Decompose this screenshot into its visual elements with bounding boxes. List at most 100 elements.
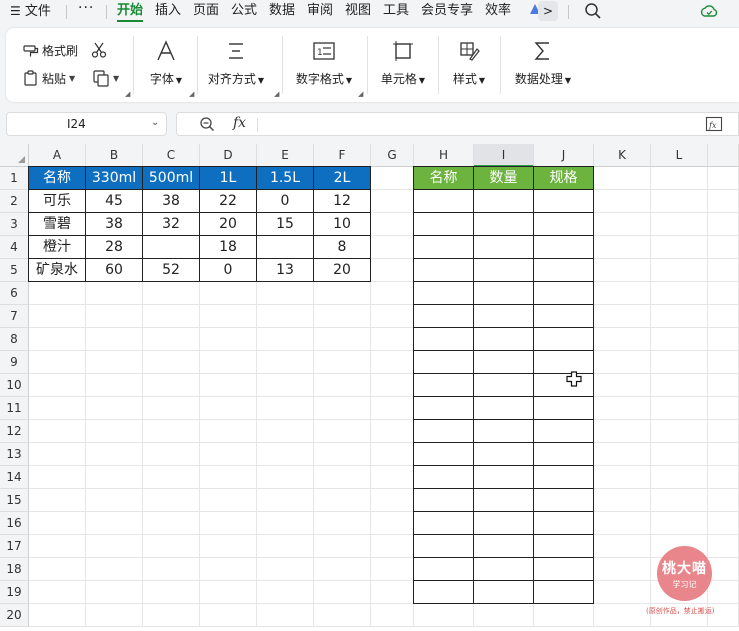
cell[interactable]	[371, 512, 414, 535]
table-cell[interactable]	[533, 465, 594, 489]
cell[interactable]	[594, 420, 651, 443]
table-cell[interactable]	[473, 373, 534, 397]
cell[interactable]	[29, 420, 86, 443]
cell[interactable]	[200, 604, 257, 627]
search-icon[interactable]	[584, 2, 602, 24]
cell[interactable]	[651, 351, 708, 374]
cell[interactable]	[29, 558, 86, 581]
cell[interactable]	[200, 374, 257, 397]
cell[interactable]	[86, 489, 143, 512]
cell[interactable]	[371, 604, 414, 627]
row-header-10[interactable]: 10	[0, 374, 29, 397]
cell[interactable]	[29, 535, 86, 558]
row-header-17[interactable]: 17	[0, 535, 29, 558]
cell[interactable]	[86, 374, 143, 397]
table-cell[interactable]: 28	[85, 235, 143, 259]
table-cell[interactable]	[413, 212, 474, 236]
row-header-6[interactable]: 6	[0, 282, 29, 305]
tab-formula[interactable]: 公式	[231, 2, 257, 22]
table-cell[interactable]	[473, 580, 534, 604]
copy-button[interactable]: ▼	[92, 69, 119, 87]
table-cell[interactable]	[413, 373, 474, 397]
cell[interactable]	[314, 558, 371, 581]
cell[interactable]	[143, 535, 200, 558]
select-all-corner[interactable]	[0, 144, 29, 167]
column-header-g[interactable]: G	[371, 144, 414, 167]
table-cell[interactable]	[413, 442, 474, 466]
table-cell[interactable]: 22	[199, 189, 257, 213]
cell[interactable]	[257, 466, 314, 489]
table-header-cell[interactable]: 2L	[313, 166, 371, 190]
table-cell[interactable]	[473, 488, 534, 512]
cell[interactable]	[708, 420, 739, 443]
row-header-20[interactable]: 20	[0, 604, 29, 627]
cell[interactable]	[371, 535, 414, 558]
table-cell[interactable]	[413, 327, 474, 351]
cell[interactable]	[314, 328, 371, 351]
cell[interactable]	[314, 374, 371, 397]
cell[interactable]	[651, 328, 708, 351]
cell[interactable]	[594, 305, 651, 328]
row-header-18[interactable]: 18	[0, 558, 29, 581]
format-painter-button[interactable]: 格式刷	[22, 42, 78, 59]
cell[interactable]	[143, 397, 200, 420]
cell[interactable]	[594, 236, 651, 259]
column-header-l[interactable]: L	[651, 144, 708, 167]
row-header-11[interactable]: 11	[0, 397, 29, 420]
table-cell[interactable]: 45	[85, 189, 143, 213]
table-cell[interactable]	[533, 281, 594, 305]
tab-member[interactable]: 会员专享	[421, 2, 473, 22]
cell[interactable]	[371, 167, 414, 190]
cell[interactable]	[143, 282, 200, 305]
cell[interactable]	[143, 581, 200, 604]
cell[interactable]	[257, 512, 314, 535]
cell[interactable]	[651, 443, 708, 466]
table-cell[interactable]	[256, 235, 314, 259]
cell[interactable]	[651, 489, 708, 512]
table-cell[interactable]	[533, 442, 594, 466]
table-cell[interactable]	[413, 465, 474, 489]
cell[interactable]	[29, 512, 86, 535]
cell[interactable]	[200, 282, 257, 305]
cell[interactable]	[200, 351, 257, 374]
cell[interactable]	[143, 512, 200, 535]
table-cell[interactable]	[533, 258, 594, 282]
cell[interactable]	[651, 512, 708, 535]
row-header-1[interactable]: 1	[0, 167, 29, 190]
cell[interactable]	[594, 535, 651, 558]
cut-button[interactable]	[90, 41, 108, 59]
cell[interactable]	[257, 420, 314, 443]
cell[interactable]	[314, 535, 371, 558]
table-cell[interactable]: 矿泉水	[28, 258, 86, 282]
cell[interactable]	[474, 604, 534, 627]
table-cell[interactable]	[142, 235, 200, 259]
table-header-cell[interactable]: 名称	[413, 166, 474, 190]
column-header-i[interactable]: I	[474, 144, 534, 167]
cloud-sync-icon[interactable]	[700, 2, 718, 24]
column-header-a[interactable]: A	[29, 144, 86, 167]
cell[interactable]	[314, 305, 371, 328]
table-cell[interactable]	[473, 511, 534, 535]
tab-review[interactable]: 审阅	[307, 2, 333, 22]
style-button[interactable]: 样式 ▼	[434, 40, 504, 87]
tab-insert[interactable]: 插入	[155, 2, 181, 22]
chevron-right-icon[interactable]: >	[538, 1, 558, 21]
table-cell[interactable]	[533, 304, 594, 328]
cell[interactable]	[143, 558, 200, 581]
cell[interactable]	[371, 213, 414, 236]
table-cell[interactable]	[473, 281, 534, 305]
file-menu[interactable]: ☰ 文件	[10, 2, 51, 22]
cell[interactable]	[29, 351, 86, 374]
row-header-7[interactable]: 7	[0, 305, 29, 328]
row-header-12[interactable]: 12	[0, 420, 29, 443]
align-button[interactable]: 对齐方式 ▼	[201, 40, 271, 87]
align-launcher-icon[interactable]: ◢	[274, 90, 279, 98]
cell[interactable]	[594, 489, 651, 512]
column-header-e[interactable]: E	[257, 144, 314, 167]
cell[interactable]	[651, 259, 708, 282]
cell[interactable]	[200, 420, 257, 443]
cell[interactable]	[143, 328, 200, 351]
cell[interactable]	[86, 466, 143, 489]
cell[interactable]	[29, 466, 86, 489]
cell[interactable]	[708, 466, 739, 489]
